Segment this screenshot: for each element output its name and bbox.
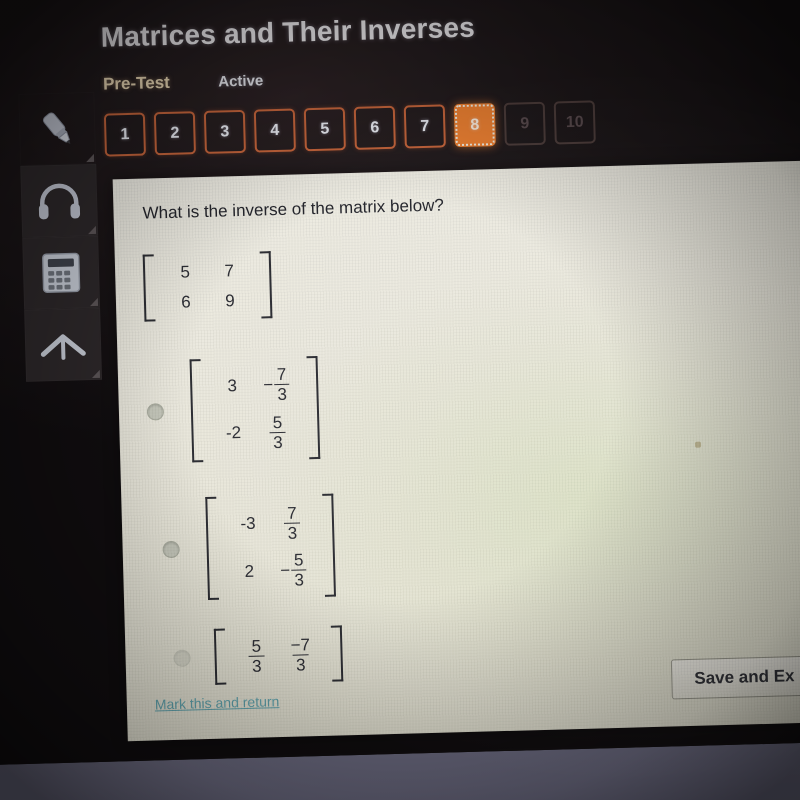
matrix-cell: 9 <box>224 290 235 310</box>
matrix-cell: 5 <box>180 262 191 282</box>
page-title: Matrices and Their Inverses <box>100 11 476 53</box>
matrix-cell: 53 <box>255 407 300 456</box>
tool-corner-marker <box>89 297 99 307</box>
question-tab-3[interactable]: 3 <box>203 109 246 154</box>
chevron-up-icon <box>40 334 86 360</box>
radio-option-b[interactable] <box>162 540 180 559</box>
collapse-tool[interactable] <box>24 307 103 382</box>
matrix-cell: -3 <box>240 513 256 534</box>
matrix-cell: 53 <box>234 631 279 680</box>
monitor-screen: Matrices and Their Inverses Pre-Test Act… <box>0 0 800 766</box>
option-b-matrix: -3 7 3 2 −5 3 <box>205 493 337 601</box>
highlighter-icon <box>42 112 71 145</box>
matrix-cell: 7 <box>224 261 235 281</box>
matrix-cell: 73 <box>270 498 315 547</box>
matrix-grid: -3 7 3 2 −5 3 <box>216 494 325 600</box>
save-and-exit-button[interactable]: Save and Ex <box>670 655 800 700</box>
tool-corner-marker <box>87 225 97 235</box>
tool-rail <box>18 92 103 382</box>
question-tab-2[interactable]: 2 <box>153 111 196 156</box>
option-c-matrix: 5 3 −7 3 <box>213 625 344 685</box>
answer-option-a[interactable]: 3 −7 3 -2 5 3 <box>146 355 321 464</box>
question-prompt: What is the inverse of the matrix below? <box>142 195 445 223</box>
matrix-grid: 5 7 6 9 <box>154 251 262 321</box>
screen-photo: Matrices and Their Inverses Pre-Test Act… <box>0 0 800 800</box>
test-app-chrome: Matrices and Their Inverses Pre-Test Act… <box>0 0 800 766</box>
highlighter-tool[interactable] <box>18 92 96 166</box>
test-meta-row: Pre-Test Active <box>103 70 264 94</box>
radio-option-a[interactable] <box>146 403 165 421</box>
matrix-grid: 5 3 −7 3 <box>225 626 332 685</box>
tool-corner-marker <box>85 153 95 163</box>
calculator-tool[interactable] <box>22 235 101 310</box>
matrix-bracket-right <box>322 493 337 597</box>
matrix-cell: 3 <box>227 375 238 396</box>
matrix-cell: -2 <box>225 423 242 443</box>
screen-speck <box>694 441 702 448</box>
matrix-bracket-right <box>330 625 344 682</box>
question-matrix: 5 7 6 9 <box>142 251 273 322</box>
matrix-bracket-right <box>259 251 273 319</box>
question-tab-5[interactable]: 5 <box>303 107 346 152</box>
status-badge: Active <box>218 72 264 91</box>
matrix-cell: −7 3 <box>254 360 300 408</box>
option-a-matrix: 3 −7 3 -2 5 3 <box>189 355 321 463</box>
question-tab-6[interactable]: 6 <box>353 105 396 150</box>
calculator-icon <box>42 252 81 293</box>
mark-this-and-return-link[interactable]: Mark this and return <box>155 693 280 712</box>
radio-option-c[interactable] <box>173 649 191 667</box>
question-tab-8[interactable]: 8 <box>453 103 496 148</box>
matrix-grid: 3 −7 3 -2 5 3 <box>201 356 310 462</box>
tool-corner-marker <box>91 369 100 379</box>
question-tab-7[interactable]: 7 <box>403 104 446 149</box>
matrix-bracket-right <box>306 355 321 460</box>
matrix-cell: −5 3 <box>271 546 317 594</box>
answer-option-c[interactable]: 5 3 −7 3 <box>173 625 344 686</box>
matrix-cell: 6 <box>180 291 191 312</box>
headphones-icon <box>38 183 81 220</box>
test-type-label: Pre-Test <box>102 72 171 94</box>
audio-tool[interactable] <box>20 163 99 238</box>
question-tab-10: 10 <box>553 100 596 145</box>
matrix-cell: −7 3 <box>290 635 311 675</box>
matrix-cell: 2 <box>244 561 255 581</box>
question-tab-1[interactable]: 1 <box>103 112 147 157</box>
answer-option-b[interactable]: -3 7 3 2 −5 3 <box>161 493 337 602</box>
question-panel: What is the inverse of the matrix below?… <box>112 159 800 742</box>
question-tab-list[interactable]: 1 2 3 4 5 6 7 8 9 10 <box>103 100 596 157</box>
question-tab-4[interactable]: 4 <box>253 108 296 153</box>
question-tab-9: 9 <box>503 101 546 146</box>
